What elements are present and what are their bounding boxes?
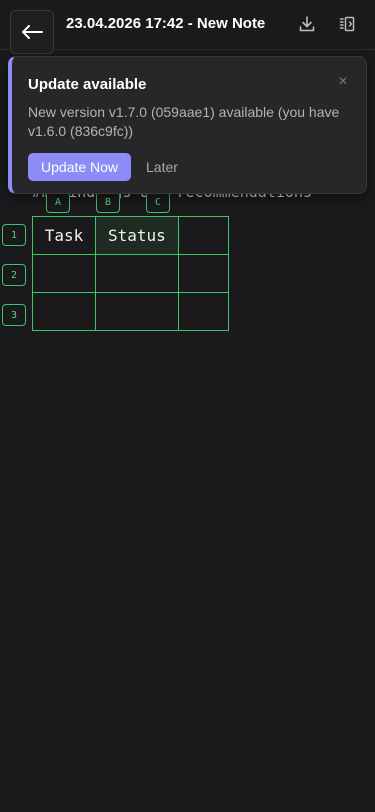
toast-title: Update available [28,76,147,93]
table-row [32,254,229,293]
update-toast: Update available × New version v1.7.0 (0… [8,56,367,194]
back-button[interactable] [10,10,54,54]
column-tag-c[interactable]: C [146,191,170,213]
table-cell[interactable] [95,292,179,331]
table-cell[interactable] [178,216,229,255]
table-cell[interactable]: Task [32,216,96,255]
top-bar: 23.04.2026 17:42 - New Note [0,0,375,54]
table-cell[interactable]: Status [95,216,179,255]
update-now-button[interactable]: Update Now [28,153,131,181]
table-cell[interactable] [178,254,229,293]
close-icon[interactable]: × [334,73,352,91]
panel-toggle-button[interactable] [337,14,357,34]
download-button[interactable] [297,14,317,34]
column-tag-a[interactable]: A [46,191,70,213]
markdown-table: Task Status [32,216,229,331]
later-button[interactable]: Later [146,153,178,181]
table-cell[interactable] [95,254,179,293]
toast-message: New version v1.7.0 (059aae1) available (… [28,104,340,139]
table-row [32,292,229,331]
download-icon [299,16,315,32]
table-cell[interactable] [32,254,96,293]
note-title[interactable]: 23.04.2026 17:42 - New Note [66,15,265,32]
sidebar-panel-icon [339,16,355,32]
row-tag-1[interactable]: 1 [2,224,26,246]
row-tag-2[interactable]: 2 [2,264,26,286]
column-tag-b[interactable]: B [96,191,120,213]
table-row: Task Status [32,216,229,255]
row-tag-3[interactable]: 3 [2,304,26,326]
table-cell[interactable] [178,292,229,331]
arrow-left-icon [22,25,43,39]
table-cell[interactable] [32,292,96,331]
